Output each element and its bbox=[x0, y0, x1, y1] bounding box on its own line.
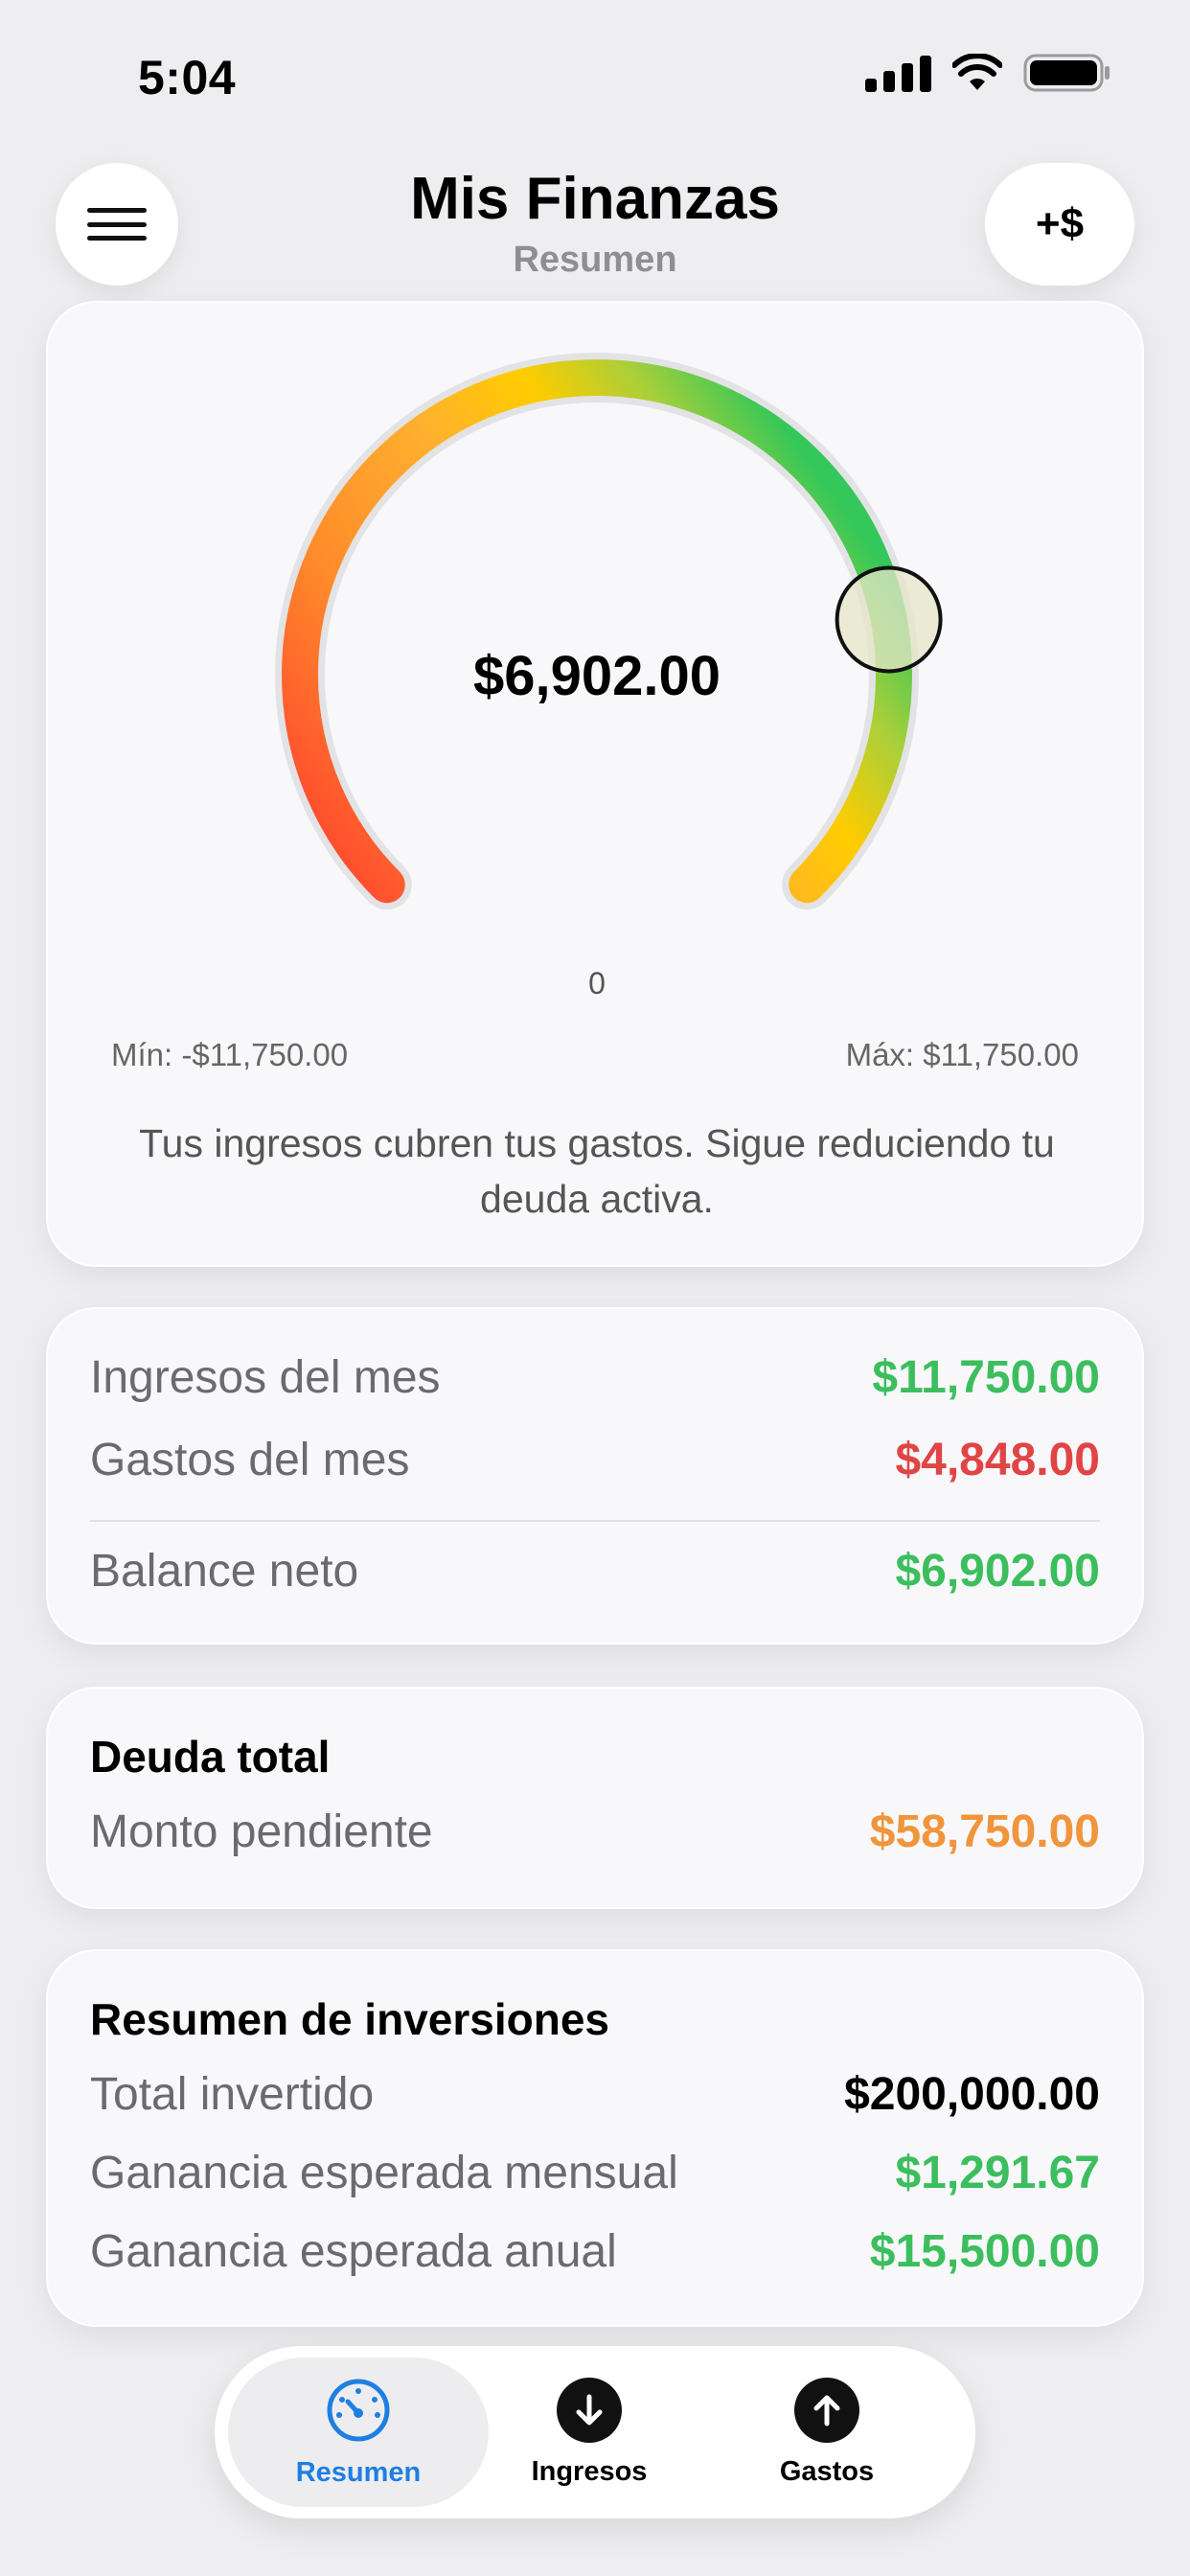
gauge-min-label: Mín: -$11,750.00 bbox=[111, 1037, 349, 1072]
status-time: 5:04 bbox=[138, 51, 237, 104]
income-value: $11,750.00 bbox=[872, 1352, 1100, 1403]
gauge-value: $6,902.00 bbox=[472, 645, 721, 707]
balance-label: Balance neto bbox=[90, 1546, 359, 1597]
balance-gauge-card: $6,902.00 0 Mín: -$11,750.00 Máx: $11,75… bbox=[46, 301, 1144, 1267]
status-icons bbox=[865, 54, 1111, 92]
gauge-center-label: 0 bbox=[588, 966, 606, 1000]
investments-monthly-row: Ganancia esperada mensual $1,291.67 bbox=[90, 2147, 1100, 2199]
balance-row: Balance neto $6,902.00 bbox=[90, 1545, 1100, 1598]
investments-title: Resumen de inversiones bbox=[90, 1994, 609, 2044]
gauge-max-label: Máx: $11,750.00 bbox=[845, 1037, 1079, 1072]
expenses-value: $4,848.00 bbox=[895, 1435, 1100, 1485]
tab-ingresos[interactable]: Ingresos bbox=[469, 2358, 709, 2507]
debt-pending-row: Monto pendiente $58,750.00 bbox=[90, 1806, 1100, 1858]
tab-resumen[interactable]: Resumen bbox=[228, 2358, 489, 2507]
wifi-icon bbox=[952, 54, 1002, 92]
investments-annual-row: Ganancia esperada anual $15,500.00 bbox=[90, 2225, 1100, 2278]
investments-monthly-value: $1,291.67 bbox=[895, 2148, 1100, 2198]
debt-pending-value: $58,750.00 bbox=[869, 1806, 1100, 1857]
debt-card: Deuda total Monto pendiente $58,750.00 bbox=[46, 1687, 1144, 1909]
gauge-message: Tus ingresos cubren tus gastos. Sigue re… bbox=[139, 1121, 1055, 1221]
tab-label: Gastos bbox=[779, 2455, 875, 2487]
investments-total-value: $200,000.00 bbox=[844, 2069, 1100, 2120]
tab-gastos[interactable]: Gastos bbox=[707, 2358, 947, 2507]
tab-label: Ingresos bbox=[531, 2455, 648, 2487]
expenses-row: Gastos del mes $4,848.00 bbox=[90, 1434, 1100, 1486]
investments-annual-value: $15,500.00 bbox=[869, 2226, 1100, 2277]
arrow-up-circle-icon bbox=[794, 2377, 859, 2443]
arrow-down-circle-icon bbox=[557, 2377, 622, 2443]
investments-total-label: Total invertido bbox=[90, 2069, 375, 2120]
tab-bar: Resumen Ingresos Gastos bbox=[215, 2346, 975, 2518]
balance-value: $6,902.00 bbox=[895, 1546, 1100, 1597]
debt-pending-label: Monto pendiente bbox=[90, 1806, 433, 1857]
monthly-summary-card: Ingresos del mes $11,750.00 Gastos del m… bbox=[46, 1307, 1144, 1644]
gauge-arc bbox=[282, 359, 912, 904]
investments-total-row: Total invertido $200,000.00 bbox=[90, 2068, 1100, 2121]
income-label: Ingresos del mes bbox=[90, 1352, 441, 1403]
gauge-icon bbox=[327, 2379, 390, 2441]
debt-title: Deuda total bbox=[90, 1732, 331, 1782]
add-money-button[interactable]: +$ bbox=[985, 163, 1134, 286]
investments-annual-label: Ganancia esperada anual bbox=[90, 2226, 617, 2277]
investments-monthly-label: Ganancia esperada mensual bbox=[90, 2148, 678, 2198]
divider bbox=[90, 1520, 1100, 1522]
battery-icon bbox=[1023, 54, 1111, 92]
tab-label: Resumen bbox=[295, 2456, 422, 2488]
investments-card: Resumen de inversiones Total invertido $… bbox=[46, 1949, 1144, 2327]
expenses-label: Gastos del mes bbox=[90, 1435, 410, 1485]
income-row: Ingresos del mes $11,750.00 bbox=[90, 1351, 1100, 1404]
cellular-signal-icon bbox=[865, 54, 931, 92]
